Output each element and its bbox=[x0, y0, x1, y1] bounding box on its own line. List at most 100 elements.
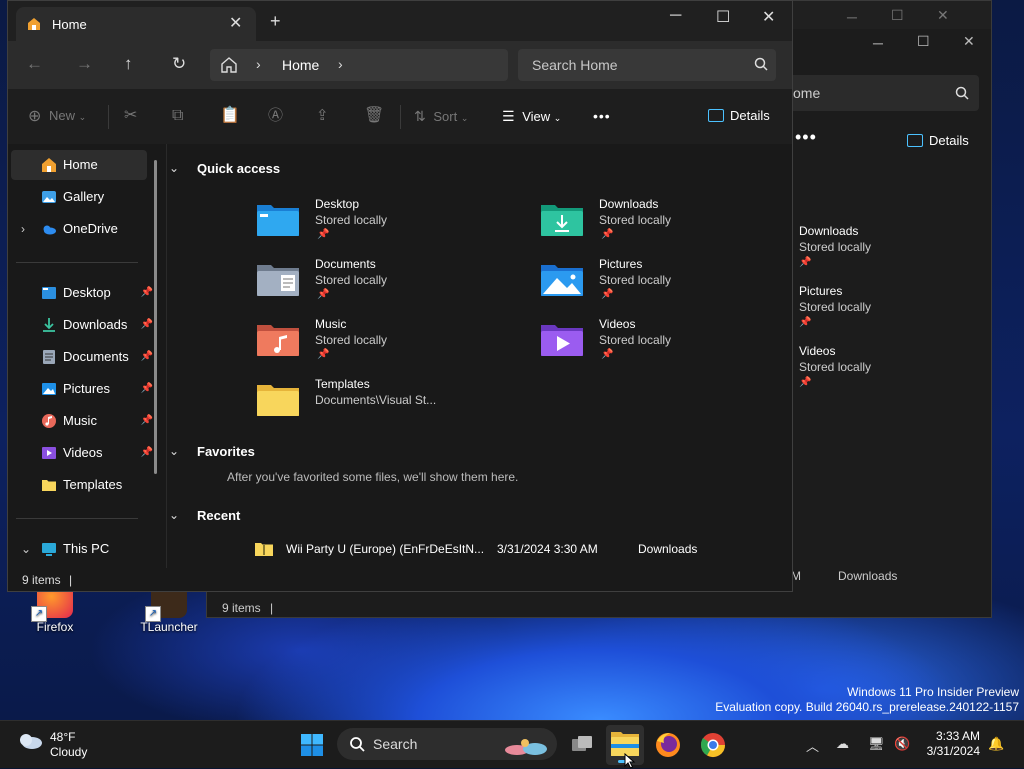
pin-icon: 📌 bbox=[799, 377, 812, 388]
refresh-icon[interactable]: ↻ bbox=[172, 55, 186, 73]
pin-icon: 📌 bbox=[799, 317, 812, 328]
sidebar-item-downloads[interactable]: Downloads 📌 bbox=[11, 310, 153, 340]
new-button[interactable]: ⊕ New ⌄ bbox=[28, 107, 86, 126]
tab-home[interactable]: Home ✕ bbox=[16, 7, 256, 41]
network-icon[interactable]: 🖥 bbox=[868, 736, 885, 752]
paste-icon[interactable]: 📋 bbox=[220, 107, 240, 125]
sidebar-item-music[interactable]: Music 📌 bbox=[11, 406, 153, 436]
quick-access-item-documents[interactable]: Documents Stored locally 📌 bbox=[257, 256, 517, 306]
file-explorer-window[interactable]: Home ✕ + ─ ☐ ✕ ← → ↑ ↻ › Home › ⊕ New ⌄ … bbox=[7, 0, 793, 592]
sidebar-item-documents[interactable]: Documents 📌 bbox=[11, 342, 153, 372]
sidebar-item-pictures[interactable]: Pictures 📌 bbox=[11, 374, 153, 404]
onedrive-offline-icon[interactable]: ☁ bbox=[836, 736, 849, 752]
notification-bell-icon[interactable]: 🔔 bbox=[988, 736, 1004, 752]
more-options-icon[interactable]: ••• bbox=[593, 107, 611, 125]
details-label: Details bbox=[730, 108, 770, 123]
toolbar-divider bbox=[108, 105, 109, 129]
chevron-down-icon: ⌄ bbox=[78, 112, 87, 122]
close-button[interactable]: ✕ bbox=[963, 33, 975, 50]
chevron-down-icon[interactable]: ⌄ bbox=[169, 508, 179, 522]
table-row[interactable]: Wii Party U (Europe) (EnFrDeEsItN... 3/3… bbox=[167, 536, 792, 562]
taskbar-search[interactable]: Search bbox=[337, 728, 557, 760]
weather-widget[interactable]: 48°F Cloudy bbox=[16, 729, 87, 759]
sidebar-item-home[interactable]: Home bbox=[11, 150, 147, 180]
details-button[interactable]: Details bbox=[708, 107, 770, 125]
view-button[interactable]: ☰ View ⌄ bbox=[502, 107, 561, 127]
minimize-button[interactable]: ─ bbox=[873, 35, 883, 51]
shortcut-arrow-icon: ↗ bbox=[31, 606, 47, 622]
search-input[interactable]: ome bbox=[787, 75, 979, 111]
share-icon[interactable]: ⇪ bbox=[316, 107, 329, 125]
sidebar-item-desktop[interactable]: Desktop 📌 bbox=[11, 278, 153, 308]
new-tab-button[interactable]: + bbox=[270, 12, 281, 30]
section-recent[interactable]: ⌄ Recent bbox=[169, 508, 240, 523]
forward-arrow-icon[interactable]: → bbox=[76, 55, 93, 73]
search-input[interactable] bbox=[518, 49, 776, 81]
item-name: Music bbox=[315, 317, 347, 331]
close-button[interactable]: ✕ bbox=[762, 7, 775, 27]
show-hidden-icons-chevron-icon[interactable]: ︿ bbox=[806, 736, 819, 755]
system-clock[interactable]: 3:33 AM 3/31/2024 bbox=[920, 729, 980, 759]
more-options-icon[interactable]: ••• bbox=[795, 127, 817, 148]
command-bar: ⊕ New ⌄ ✂ ⧉ 📋 Ⓐ ⇪ 🗑 ⇅ Sort ⌄ ☰ View ⌄ ••… bbox=[8, 89, 792, 145]
close-button[interactable]: ✕ bbox=[937, 7, 949, 24]
video-icon bbox=[42, 447, 56, 459]
quick-access-item-music[interactable]: Music Stored locally 📌 bbox=[257, 316, 517, 366]
section-quick-access[interactable]: ⌄ Quick access bbox=[169, 161, 280, 176]
back-arrow-icon[interactable]: ← bbox=[26, 55, 43, 73]
sidebar-scrollbar[interactable] bbox=[154, 160, 157, 474]
sidebar-item-videos[interactable]: Videos 📌 bbox=[11, 438, 153, 468]
list-item[interactable]: Downloads Stored locally 📌 bbox=[799, 223, 871, 271]
list-item[interactable]: Pictures Stored locally 📌 bbox=[799, 283, 871, 331]
chevron-right-icon[interactable]: › bbox=[21, 214, 25, 244]
quick-access-item-downloads[interactable]: Downloads Stored locally 📌 bbox=[541, 196, 792, 246]
delete-icon[interactable]: 🗑 bbox=[364, 107, 384, 125]
details-pane-icon bbox=[708, 109, 724, 122]
maximize-button[interactable]: ☐ bbox=[891, 7, 904, 24]
item-sub: Stored locally bbox=[599, 273, 672, 287]
quick-access-item-templates[interactable]: Templates Documents\Visual St... bbox=[257, 376, 517, 426]
breadcrumb-chevron-icon[interactable]: › bbox=[256, 56, 261, 72]
breadcrumb-home[interactable]: Home bbox=[282, 57, 319, 73]
volume-muted-icon[interactable]: 🔇 bbox=[894, 736, 910, 752]
section-favorites[interactable]: ⌄ Favorites bbox=[169, 444, 255, 459]
minimize-button[interactable]: ─ bbox=[670, 7, 681, 25]
cut-icon[interactable]: ✂ bbox=[124, 107, 137, 125]
rename-icon[interactable]: Ⓐ bbox=[268, 107, 283, 125]
item-name: Videos bbox=[799, 344, 836, 358]
pin-icon: 📌 bbox=[317, 289, 330, 300]
details-button[interactable]: Details bbox=[907, 133, 969, 148]
taskbar-search-label: Search bbox=[373, 736, 418, 752]
maximize-button[interactable]: ☐ bbox=[716, 7, 730, 27]
item-name: Pictures bbox=[799, 284, 843, 298]
chrome-icon[interactable] bbox=[697, 729, 729, 761]
sidebar-item-onedrive[interactable]: › OneDrive bbox=[11, 214, 147, 244]
item-sub: Stored locally bbox=[599, 333, 672, 347]
breadcrumb-chevron-icon[interactable]: › bbox=[338, 56, 343, 72]
address-bar[interactable]: › Home › bbox=[210, 49, 508, 81]
quick-access-item-videos[interactable]: Videos Stored locally 📌 bbox=[541, 316, 792, 366]
desktop-folder-icon bbox=[42, 287, 56, 299]
weather-temperature: 48°F bbox=[50, 730, 76, 744]
chevron-down-icon[interactable]: ⌄ bbox=[169, 161, 179, 175]
sidebar-item-gallery[interactable]: Gallery bbox=[11, 182, 147, 212]
music-icon bbox=[42, 414, 56, 428]
item-sub: Stored locally bbox=[315, 213, 388, 227]
minimize-button[interactable]: ─ bbox=[847, 9, 857, 25]
chevron-down-icon[interactable]: ⌄ bbox=[169, 444, 179, 458]
start-windows-icon[interactable] bbox=[296, 729, 328, 761]
quick-access-item-desktop[interactable]: Desktop Stored locally 📌 bbox=[257, 196, 517, 246]
sort-button[interactable]: ⇅ Sort ⌄ bbox=[414, 107, 468, 127]
list-item[interactable]: Videos Stored locally 📌 bbox=[799, 343, 871, 391]
pin-icon: 📌 bbox=[140, 383, 153, 394]
close-tab-icon[interactable]: ✕ bbox=[229, 13, 242, 33]
sidebar-item-this-pc[interactable]: ⌄ This PC bbox=[11, 534, 147, 564]
quick-access-item-pictures[interactable]: Pictures Stored locally 📌 bbox=[541, 256, 792, 306]
up-arrow-icon[interactable]: ↑ bbox=[124, 55, 133, 73]
chevron-down-icon[interactable]: ⌄ bbox=[21, 534, 31, 564]
copy-icon[interactable]: ⧉ bbox=[172, 107, 183, 125]
sidebar-item-templates[interactable]: Templates bbox=[11, 470, 147, 500]
firefox-icon[interactable] bbox=[652, 729, 684, 761]
task-view-icon[interactable] bbox=[566, 729, 598, 761]
maximize-button[interactable]: ☐ bbox=[917, 33, 930, 50]
